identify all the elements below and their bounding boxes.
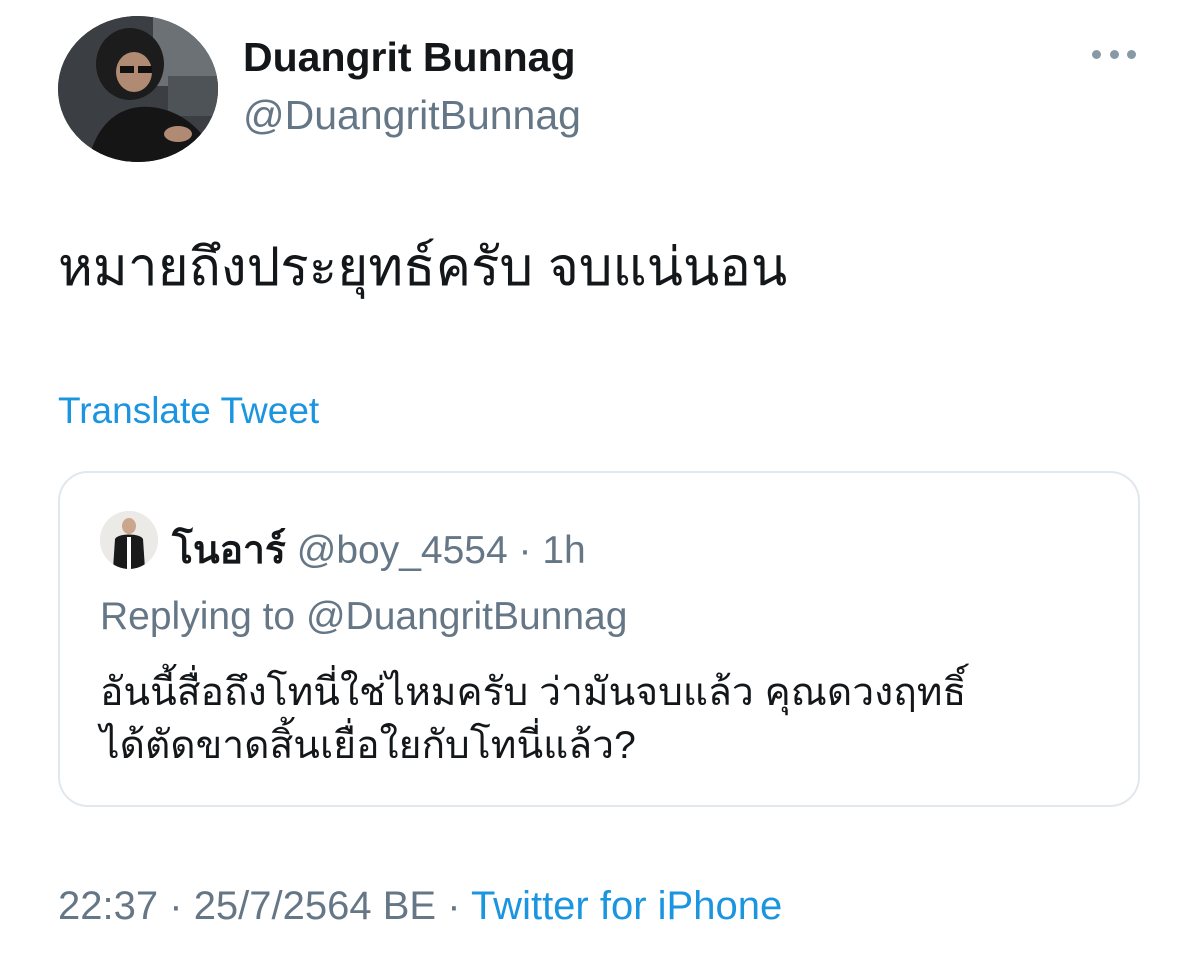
more-dot xyxy=(1127,49,1136,59)
quoted-tweet-text: อันนี้สื่อถึงโทนี่ใช่ไหมครับ ว่ามันจบแล้… xyxy=(100,667,1110,772)
quoted-display-name[interactable]: โนอาร์ xyxy=(172,529,286,572)
more-dot xyxy=(1092,49,1101,59)
more-dot xyxy=(1109,49,1119,59)
quoted-author-avatar[interactable] xyxy=(100,511,158,569)
footer-separator: · xyxy=(447,884,461,928)
author-avatar[interactable] xyxy=(58,16,218,162)
tweet-date[interactable]: 25/7/2564 BE xyxy=(194,884,436,928)
footer-separator: · xyxy=(169,884,183,928)
tweet-time[interactable]: 22:37 xyxy=(58,884,158,928)
translate-tweet-link[interactable]: Translate Tweet xyxy=(58,390,319,432)
quoted-separator: · xyxy=(518,529,532,572)
quoted-header: โนอาร์ @boy_4554 · 1h xyxy=(172,519,586,581)
tweet-footer: 22:37 · 25/7/2564 BE · Twitter for iPhon… xyxy=(58,884,782,929)
author-display-name[interactable]: Duangrit Bunnag xyxy=(243,34,576,81)
author-handle[interactable]: @DuangritBunnag xyxy=(243,92,581,139)
tweet-source-link[interactable]: Twitter for iPhone xyxy=(471,884,782,928)
quoted-text-line: ได้ตัดขาดสิ้นเยื่อใยกับโทนี่แล้ว? xyxy=(100,723,636,767)
replying-to-label: Replying to @DuangritBunnag xyxy=(100,595,628,638)
quoted-text-line: อันนี้สื่อถึงโทนี่ใช่ไหมครับ ว่ามันจบแล้… xyxy=(100,671,967,714)
quoted-tweet-card[interactable]: โนอาร์ @boy_4554 · 1h Replying to @Duang… xyxy=(58,471,1140,807)
quoted-timestamp: 1h xyxy=(542,529,586,572)
more-horizontal-icon[interactable] xyxy=(1092,42,1136,66)
tweet-text: หมายถึงประยุทธ์ครับ จบแน่นอน xyxy=(58,238,788,297)
quoted-handle[interactable]: @boy_4554 xyxy=(297,529,508,572)
